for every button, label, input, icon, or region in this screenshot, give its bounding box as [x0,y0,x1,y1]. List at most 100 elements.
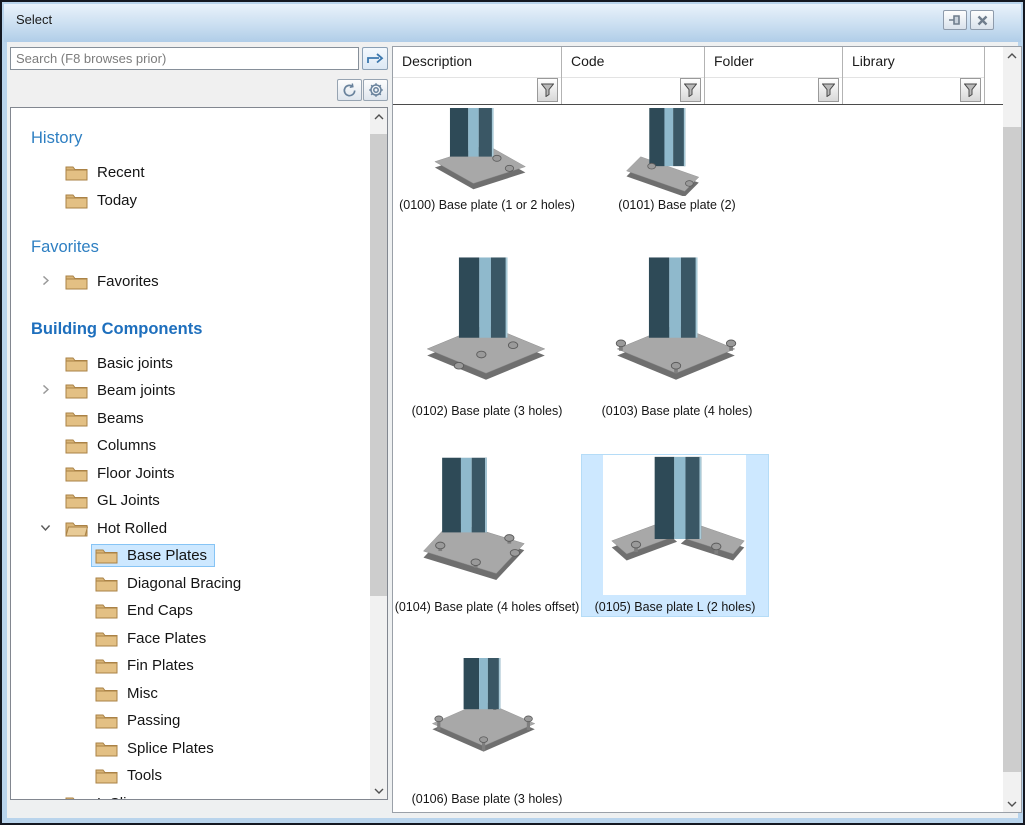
tree-item-base-plates[interactable]: Base Plates [11,542,370,570]
column-label: Description [393,47,561,69]
tree-item-label: Floor Joints [97,465,175,482]
refresh-icon [342,83,357,98]
filter-input[interactable] [562,77,704,103]
folder-icon [95,685,118,702]
catalog-item-0101[interactable] [601,108,751,196]
funnel-icon [964,83,977,97]
funnel-icon [822,83,835,97]
filter-funnel-button[interactable] [537,78,558,102]
scroll-up-icon[interactable] [370,108,387,125]
catalog-item-label: (0100) Base plate (1 or 2 holes) [393,198,581,212]
column-header-code[interactable]: Code [562,47,705,104]
pin-icon[interactable] [943,10,967,30]
tree-item-gl-joints[interactable]: GL Joints [11,487,370,515]
column-header-description[interactable]: Description [393,47,562,104]
component-thumbnail [603,455,753,595]
folder-icon [65,465,88,482]
tree-item-label: Passing [127,712,180,729]
component-thumbnail [411,250,561,390]
tree-item-recent[interactable]: Recent [11,159,370,187]
tree-item-splice-plates[interactable]: Splice Plates [11,735,370,763]
tree-item-fin-plates[interactable]: Fin Plates [11,652,370,680]
tree-item-face-plates[interactable]: Face Plates [11,625,370,653]
column-label: Code [562,47,704,69]
chevron-down-icon[interactable] [39,521,55,537]
tree-scrollbar-thumb[interactable] [370,134,387,596]
column-label: Folder [705,47,842,69]
tree-item-today[interactable]: Today [11,187,370,215]
scroll-down-icon[interactable] [1003,795,1021,812]
catalog-item-0104[interactable] [411,454,561,594]
filter-input[interactable] [705,77,842,103]
funnel-icon [684,83,697,97]
filter-funnel-button[interactable] [680,78,701,102]
titlebar[interactable]: Select [4,4,1021,42]
tree-item-label: Beams [97,410,144,427]
catalog-item-label: (0106) Base plate (3 holes) [393,792,581,806]
chevron-right-icon[interactable] [39,383,55,399]
folder-icon [95,547,118,564]
folder-icon [95,740,118,757]
scroll-up-icon[interactable] [1003,47,1021,64]
tree-item-end-caps[interactable]: End Caps [11,597,370,625]
column-header-library[interactable]: Library [843,47,985,104]
tree-item-favorites[interactable]: Favorites [11,268,370,296]
folder-icon [95,767,118,784]
refresh-button[interactable] [337,79,362,101]
tree-section-header: History [31,129,370,153]
select-dialog: Select HistoryRecen [0,0,1025,825]
folder-tree: HistoryRecentTodayFavoritesFavoritesBuil… [11,108,370,799]
tree-item-beam-joints[interactable]: Beam joints [11,377,370,405]
tree-item-l-clips[interactable]: L Clips [11,790,370,800]
scroll-down-icon[interactable] [370,782,387,799]
catalog-item-label: (0101) Base plate (2) [583,198,771,212]
tree-item-label: GL Joints [97,492,160,509]
folder-icon [65,273,88,290]
settings-button[interactable] [363,79,388,101]
filter-input[interactable] [393,77,561,103]
column-label: Library [843,47,984,69]
tree-item-passing[interactable]: Passing [11,707,370,735]
tree-item-columns[interactable]: Columns [11,432,370,460]
folder-icon [65,795,88,799]
tree-item-label: Columns [97,437,156,454]
list-scrollbar-thumb[interactable] [1003,127,1021,772]
catalog-item-0100[interactable] [411,108,561,196]
folder-icon [65,492,88,509]
catalog-item-0106[interactable] [411,650,561,762]
component-thumbnail [601,250,751,390]
catalog-item-0103[interactable] [601,250,751,390]
tree-item-diagonal-bracing[interactable]: Diagonal Bracing [11,570,370,598]
tree-item-label: Recent [97,164,145,181]
column-header-folder[interactable]: Folder [705,47,843,104]
tree-item-beams[interactable]: Beams [11,405,370,433]
catalog-item-label: (0104) Base plate (4 holes offset) [393,600,581,614]
tree-item-tools[interactable]: Tools [11,762,370,790]
window-title: Select [16,12,52,27]
folder-icon [65,382,88,399]
folder-icon [95,657,118,674]
search-input[interactable] [10,47,359,70]
tree-scrollbar[interactable] [370,108,387,799]
list-scrollbar[interactable] [1003,47,1021,812]
filter-input[interactable] [843,77,984,103]
folder-icon [65,192,88,209]
tree-item-misc[interactable]: Misc [11,680,370,708]
catalog-item-0102[interactable] [411,250,561,390]
tree-item-label: Diagonal Bracing [127,575,241,592]
search-go-button[interactable] [362,47,388,70]
tree-item-floor-joints[interactable]: Floor Joints [11,460,370,488]
folder-icon [65,520,88,537]
filter-funnel-button[interactable] [818,78,839,102]
tree-item-label: Base Plates [127,547,207,564]
chevron-right-icon[interactable] [39,274,55,290]
catalog-item-0105[interactable] [603,455,753,595]
tree-item-hot-rolled[interactable]: Hot Rolled [11,515,370,543]
tree-item-label: Favorites [97,273,159,290]
component-list-panel: DescriptionCodeFolderLibrary (0100) Base… [392,46,1022,813]
close-icon[interactable] [970,10,994,30]
tree-item-basic-joints[interactable]: Basic joints [11,350,370,378]
catalog-item-label: (0102) Base plate (3 holes) [393,404,581,418]
catalog-item-label: (0105) Base plate L (2 holes) [581,600,769,614]
filter-funnel-button[interactable] [960,78,981,102]
